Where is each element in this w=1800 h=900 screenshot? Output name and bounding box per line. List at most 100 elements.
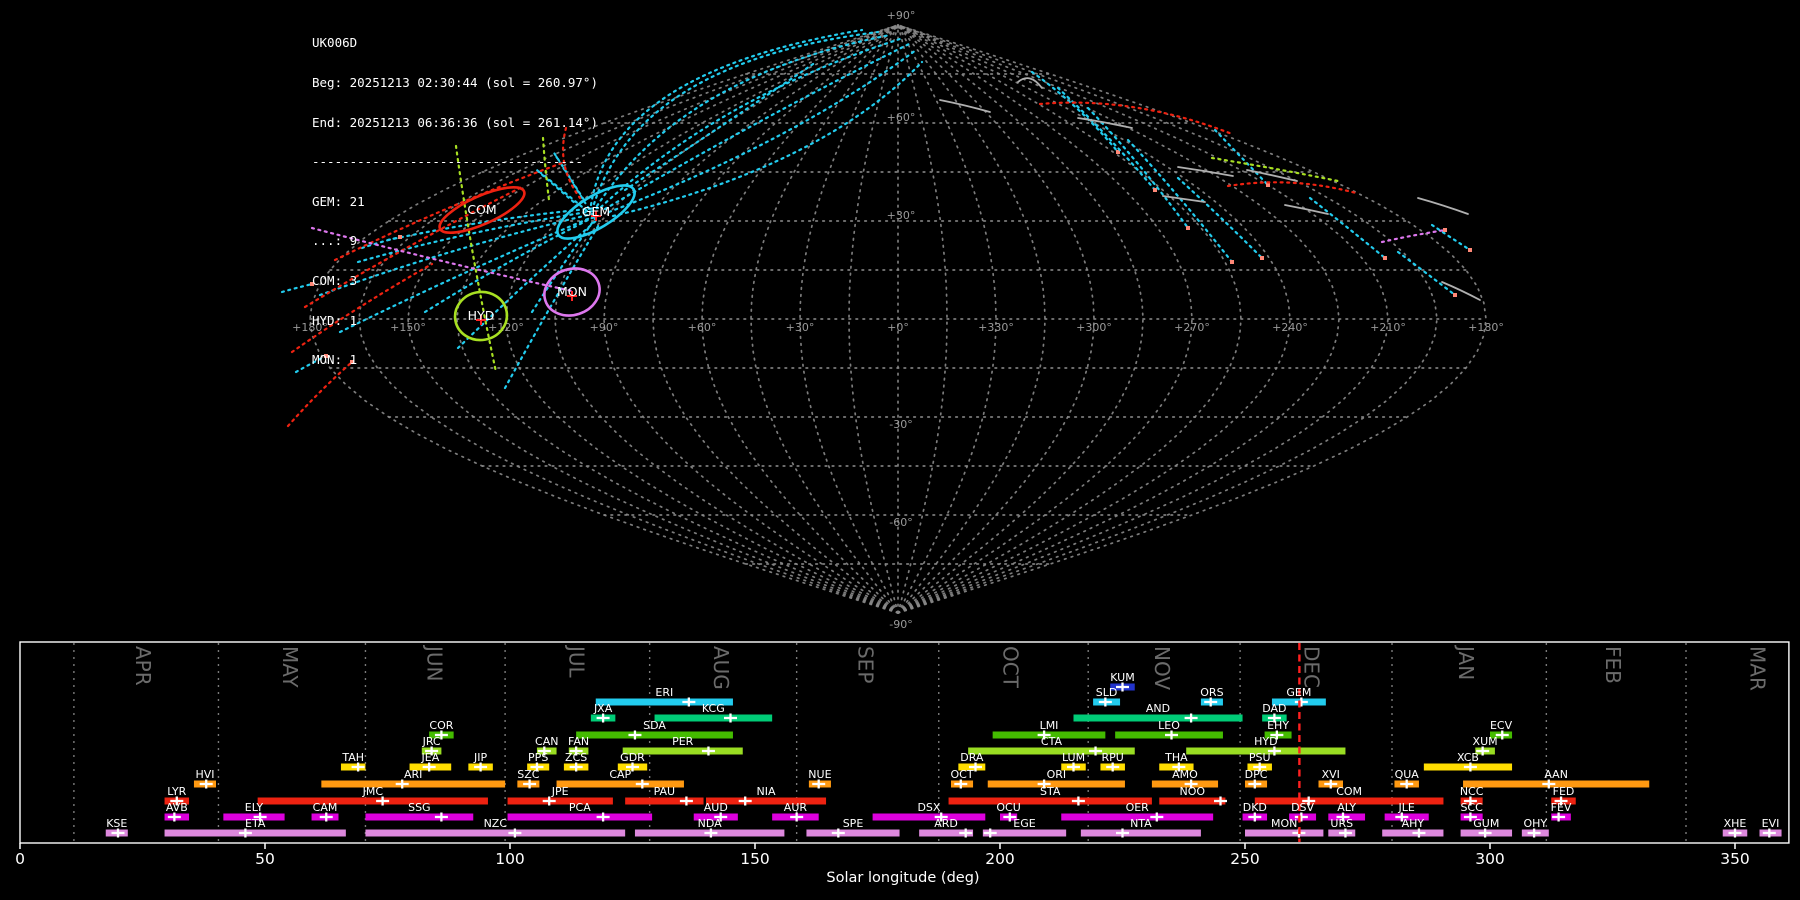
map-longitude-label: +30° bbox=[786, 321, 815, 334]
shower-label-LUM: LUM bbox=[1062, 751, 1085, 764]
shower-label-DPC: DPC bbox=[1245, 768, 1268, 781]
shower-label-LMI: LMI bbox=[1040, 719, 1059, 732]
shower-label-OCU: OCU bbox=[996, 801, 1020, 814]
shower-label-NTA: NTA bbox=[1130, 817, 1152, 830]
meteor-trail bbox=[595, 33, 892, 208]
axis-tick-label: 0 bbox=[15, 850, 25, 868]
shower-label-OER: OER bbox=[1126, 801, 1150, 814]
shower-label-GDR: GDR bbox=[620, 751, 645, 764]
shower-label-ERI: ERI bbox=[655, 686, 673, 699]
shower-label-HVI: HVI bbox=[195, 768, 214, 781]
activity-timeline-chart: APR MAY JUN JUL AUG SEP OCT NOV DEC JAN FEB MAR KUM E… bbox=[15, 641, 1790, 886]
trail-endpoint-marker bbox=[1453, 293, 1457, 297]
shower-label-ALY: ALY bbox=[1337, 801, 1356, 814]
map-latitude-label: +90° bbox=[887, 9, 916, 22]
shower-label-SCC: SCC bbox=[1460, 801, 1483, 814]
shower-label-TAH: TAH bbox=[341, 751, 364, 764]
month-label-JAN: JAN bbox=[1454, 644, 1478, 680]
shower-label-JEA: JEA bbox=[421, 751, 440, 764]
shower-label-ECV: ECV bbox=[1490, 719, 1513, 732]
shower-label-PCA: PCA bbox=[569, 801, 591, 814]
count-gem: GEM: 21 bbox=[312, 193, 365, 209]
map-latitude-label: +30° bbox=[887, 209, 916, 222]
month-label-APR: APR bbox=[131, 646, 155, 686]
meteor-trail bbox=[1210, 156, 1340, 183]
map-latitude-label: -90° bbox=[889, 618, 912, 631]
shower-label-NCC: NCC bbox=[1460, 785, 1484, 798]
shower-label-GEM: GEM bbox=[1286, 686, 1311, 699]
shower-label-COR: COR bbox=[429, 719, 453, 732]
shower-label-KCG: KCG bbox=[702, 702, 725, 715]
shower-bar-ETA bbox=[164, 829, 346, 837]
count-com: COM: 3 bbox=[312, 273, 358, 289]
shower-label-XCB: XCB bbox=[1457, 751, 1479, 764]
shower-bar-KCG bbox=[654, 714, 773, 722]
meteor-trail bbox=[1430, 223, 1472, 252]
trail-endpoint-marker bbox=[1230, 260, 1234, 264]
shower-label-AUR: AUR bbox=[784, 801, 808, 814]
map-longitude-label: +0° bbox=[887, 321, 909, 334]
shower-label-DSV: DSV bbox=[1291, 801, 1314, 814]
shower-label-AND: AND bbox=[1146, 702, 1170, 715]
meteor-trail bbox=[1126, 138, 1234, 264]
map-longitude-label: +300° bbox=[1076, 321, 1112, 334]
meteor-trail bbox=[1417, 197, 1469, 215]
shower-label-DRA: DRA bbox=[960, 751, 984, 764]
shower-label-JXA: JXA bbox=[593, 702, 613, 715]
station-id: UK006D bbox=[312, 35, 358, 51]
shower-label-DSX: DSX bbox=[917, 801, 940, 814]
meteor-trail bbox=[280, 282, 314, 294]
shower-label-GUM: GUM bbox=[1473, 817, 1499, 830]
shower-bar-DSX bbox=[872, 813, 986, 821]
meteor-trail bbox=[623, 60, 818, 192]
shower-label-JRC: JRC bbox=[422, 735, 441, 748]
map-longitude-label: +210° bbox=[1370, 321, 1406, 334]
map-longitude-label: +240° bbox=[1272, 321, 1308, 334]
shower-label-MON: MON bbox=[1271, 817, 1297, 830]
meteor-trail bbox=[603, 42, 911, 211]
shower-label-CTA: CTA bbox=[1041, 735, 1063, 748]
month-label-MAR: MAR bbox=[1746, 646, 1770, 691]
shower-label-SLD: SLD bbox=[1096, 686, 1118, 699]
shower-label-QUA: QUA bbox=[1395, 768, 1420, 781]
shower-bar-JMC bbox=[257, 797, 488, 805]
meteor-trail bbox=[1441, 281, 1481, 301]
map-longitude-label: +330° bbox=[978, 321, 1014, 334]
shower-label-RPU: RPU bbox=[1102, 751, 1124, 764]
trail-endpoint-marker bbox=[1266, 183, 1270, 187]
session-info-panel: UK006D Beg: 20251213 02:30:44 (sol = 260… bbox=[312, 10, 598, 393]
shower-label-ETA: ETA bbox=[245, 817, 266, 830]
shower-bar-SSG bbox=[365, 813, 474, 821]
shower-label-EHY: EHY bbox=[1267, 719, 1289, 732]
session-begin: Beg: 20251213 02:30:44 (sol = 260.97°) bbox=[312, 75, 598, 91]
shower-bar-SDA bbox=[576, 731, 733, 739]
shower-bar-JPE bbox=[507, 797, 613, 805]
axis-tick-label: 50 bbox=[255, 850, 275, 868]
shower-label-DKD: DKD bbox=[1243, 801, 1267, 814]
shower-label-AMO: AMO bbox=[1172, 768, 1198, 781]
shower-label-CAM: CAM bbox=[313, 801, 338, 814]
trail-endpoint-marker bbox=[1443, 228, 1447, 232]
axis-tick-label: 100 bbox=[495, 850, 525, 868]
trail-endpoint-marker bbox=[1383, 256, 1387, 260]
shower-label-HYD: HYD bbox=[1254, 735, 1277, 748]
shower-bar-MON bbox=[1245, 829, 1324, 837]
shower-label-THA: THA bbox=[1164, 751, 1188, 764]
shower-label-XUM: XUM bbox=[1473, 735, 1498, 748]
shower-label-ORI: ORI bbox=[1047, 768, 1067, 781]
shower-bar-PCA bbox=[507, 813, 653, 821]
shower-label-NIA: NIA bbox=[757, 785, 776, 798]
trail-endpoint-marker bbox=[1260, 256, 1264, 260]
shower-label-NOO: NOO bbox=[1180, 785, 1206, 798]
shower-label-CAP: CAP bbox=[609, 768, 631, 781]
shower-bar-ARI bbox=[321, 780, 506, 788]
meteor-trail bbox=[1396, 250, 1457, 297]
trail-endpoint-marker bbox=[1186, 226, 1190, 230]
map-latitude-label: +60° bbox=[887, 111, 916, 124]
shower-label-AHY: AHY bbox=[1402, 817, 1425, 830]
meteor-trail bbox=[1030, 70, 1120, 154]
meteor-trail bbox=[939, 99, 991, 113]
shower-label-ARD: ARD bbox=[934, 817, 958, 830]
shower-label-KSE: KSE bbox=[106, 817, 127, 830]
session-end: End: 20251213 06:36:36 (sol = 261.14°) bbox=[312, 114, 598, 130]
